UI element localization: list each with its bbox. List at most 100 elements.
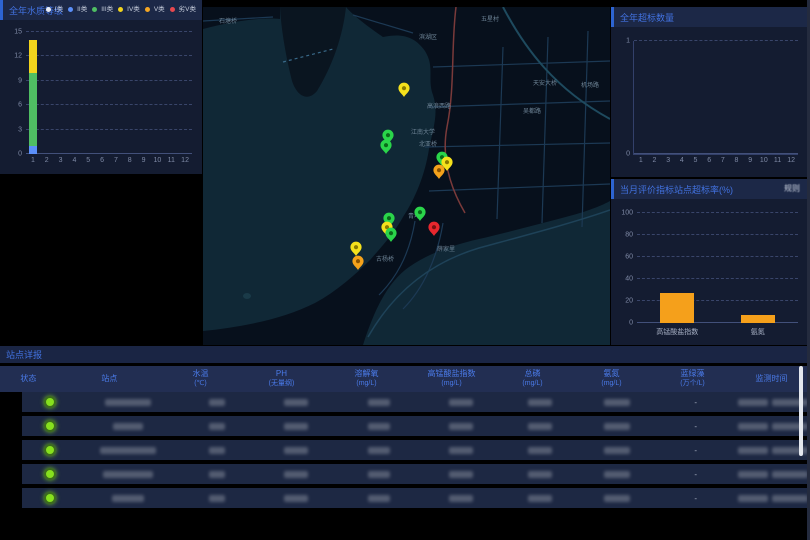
column-label: 总磷 (525, 369, 541, 379)
redacted-block (528, 495, 552, 502)
legend-label: II类 (77, 5, 87, 14)
x-axis-tick: 7 (114, 157, 118, 164)
rate-bar (660, 293, 694, 323)
table-cell (420, 423, 503, 430)
x-axis-tick: 6 (100, 157, 104, 164)
table-titlebar: 站点详报 (0, 346, 810, 363)
redacted-block (209, 423, 225, 430)
table-cell (180, 447, 255, 454)
table-cell (77, 423, 179, 430)
table-cell (254, 423, 337, 430)
map-pin-center (437, 168, 441, 172)
legend-item[interactable]: IV类 (118, 5, 140, 14)
legend-item[interactable]: V类 (145, 5, 165, 14)
map-pin-center (354, 245, 358, 249)
redacted-block (100, 447, 156, 454)
column-header: 状态 (0, 374, 57, 384)
redacted-block (604, 423, 630, 430)
table-cell (337, 399, 420, 406)
legend-dot (46, 7, 51, 12)
gridline (634, 153, 798, 154)
gridline (634, 40, 798, 41)
map-label: 石塘桥 (219, 17, 237, 25)
table-cell (22, 420, 77, 432)
column-label: 溶解氧 (354, 369, 378, 379)
panel-year-quality: 全年水质等级 I类II类III类IV类V类劣V类 036912151234567… (0, 0, 202, 174)
panel-title: 当月评价指标站点超标率(%) (620, 183, 733, 196)
table-row[interactable]: - (22, 416, 810, 436)
redacted-block (738, 447, 768, 454)
year-bar-plot: 03691215123456789101112 (26, 32, 192, 154)
redacted-block (604, 471, 630, 478)
table-cell (578, 471, 657, 478)
x-axis-tick: 11 (774, 157, 781, 164)
table-cell: - (656, 422, 735, 431)
table-cell (337, 423, 420, 430)
table-cell (22, 492, 77, 504)
table-title: 站点详报 (6, 348, 42, 361)
exceed-line-plot: 01123456789101112 (633, 41, 798, 155)
table-row[interactable]: - (22, 392, 810, 412)
y-axis-tick: 20 (625, 298, 633, 305)
table-cell (420, 495, 503, 502)
island (243, 293, 251, 299)
table-cell (578, 447, 657, 454)
column-unit: (℃) (194, 379, 207, 389)
table-scrollbar-thumb[interactable] (799, 366, 803, 456)
redacted-block (113, 423, 143, 430)
gridline (637, 212, 798, 213)
map-panel[interactable]: 石塘桥滨湖区五星村天安大桥机场路高浪西路吴都路江南大学北亚桥青坪古杨桥薛家里 (203, 7, 610, 345)
table-cell (337, 447, 420, 454)
legend-item[interactable]: II类 (68, 5, 87, 14)
table-row[interactable]: - (22, 464, 810, 484)
column-unit: (万个/L) (680, 379, 705, 389)
map-label: 薛家里 (437, 245, 455, 253)
table-cell (578, 399, 657, 406)
redacted-block (738, 423, 768, 430)
monitor-time-redacted (738, 423, 808, 430)
map-label: 机场路 (581, 81, 599, 89)
x-axis-tick: 7 (721, 157, 725, 164)
gridline (637, 278, 798, 279)
redacted-block (449, 447, 473, 454)
table-cell (180, 471, 255, 478)
redacted-block (209, 399, 225, 406)
header-accent (611, 7, 614, 27)
legend-item[interactable]: III类 (92, 5, 113, 14)
x-axis-tick: 10 (760, 157, 768, 164)
map-pin-center (386, 133, 390, 137)
map-pin-center (356, 259, 360, 263)
monitor-time-redacted (738, 399, 808, 406)
stacked-bar-segment (29, 40, 37, 73)
status-dot (44, 420, 56, 432)
table-row[interactable]: - (22, 440, 810, 460)
rules-link[interactable]: 规则 (784, 183, 800, 194)
redacted-block (772, 495, 808, 502)
y-axis-tick: 1 (626, 38, 630, 45)
column-unit: (mg/L) (441, 379, 461, 389)
redacted-block (738, 471, 768, 478)
column-unit: (无量纲) (269, 379, 295, 389)
redacted-block (604, 447, 630, 454)
stacked-bar-segment (29, 73, 37, 146)
redacted-block (528, 423, 552, 430)
table-row[interactable]: - (22, 488, 810, 508)
column-unit: (mg/L) (356, 379, 376, 389)
header-accent (0, 0, 3, 20)
y-axis-tick: 3 (18, 126, 22, 133)
table-cell (503, 495, 578, 502)
table-cell (503, 399, 578, 406)
x-axis-tick: 8 (128, 157, 132, 164)
status-dot (44, 492, 56, 504)
y-axis-tick: 9 (18, 77, 22, 84)
table-cell (254, 447, 337, 454)
legend-item[interactable]: I类 (46, 5, 63, 14)
gridline (637, 256, 798, 257)
legend-item[interactable]: 劣V类 (170, 5, 196, 14)
y-axis-tick: 60 (625, 254, 633, 261)
column-header: 高锰酸盐指数(mg/L) (409, 369, 494, 389)
column-label: 状态 (20, 374, 36, 384)
table-cell (503, 423, 578, 430)
city-map[interactable]: 石塘桥滨湖区五星村天安大桥机场路高浪西路吴都路江南大学北亚桥青坪古杨桥薛家里 (203, 7, 610, 345)
rate-bar-label: 高锰酸盐指数 (656, 327, 698, 337)
